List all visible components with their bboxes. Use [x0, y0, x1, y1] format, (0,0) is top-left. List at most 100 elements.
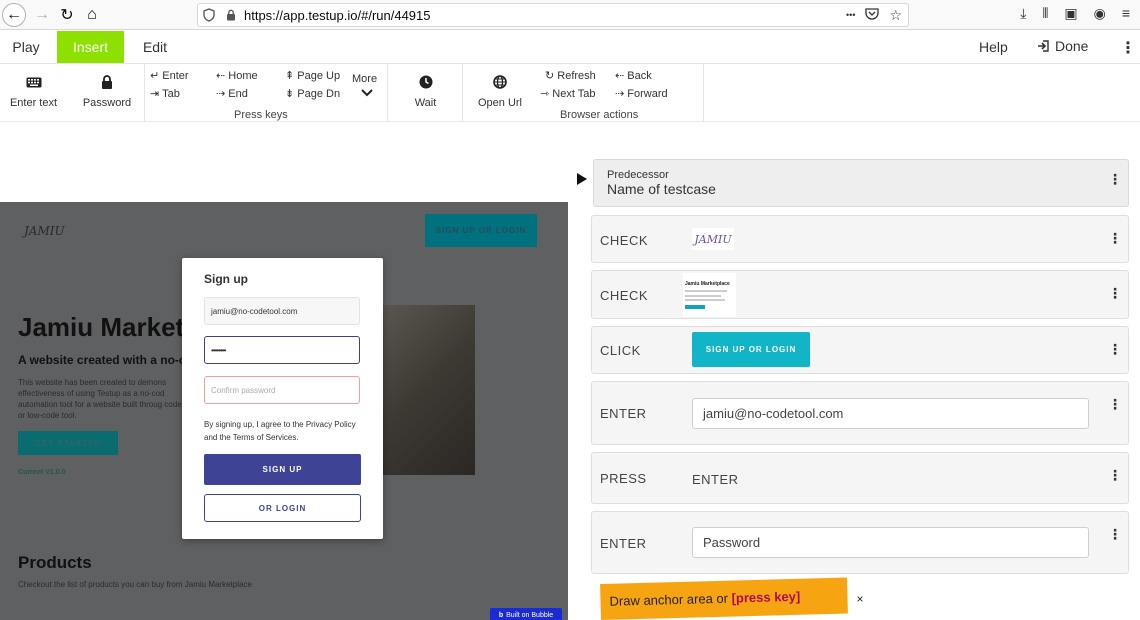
key-home[interactable]: ⇠ Home	[216, 69, 258, 82]
close-icon[interactable]: ×	[848, 584, 872, 614]
password-field[interactable]: ••••••••	[204, 336, 360, 364]
site-hero-photo	[383, 305, 475, 475]
insert-toolbar: Enter text Password ↵ Enter ⇥ Tab ⇠ Home…	[0, 64, 1140, 122]
page-actions-icon[interactable]: •••	[846, 7, 855, 24]
help-link[interactable]: Help	[979, 39, 1008, 55]
thumb-button	[685, 305, 705, 309]
step-action: PRESS	[600, 471, 647, 486]
hamburger-menu-icon[interactable]: ≡	[1122, 5, 1130, 22]
forward-arrow-icon[interactable]: →	[30, 3, 54, 27]
built-on-bubble-badge[interactable]: b Built on Bubble	[490, 608, 562, 620]
step-value-field[interactable]: Password	[692, 527, 1089, 558]
kebab-icon[interactable]: ⋮	[1108, 286, 1122, 300]
site-version: Current V1.0.0	[18, 469, 66, 476]
kebab-icon[interactable]: ⋮	[1108, 172, 1122, 186]
site-get-started-button[interactable]: GET STARTED	[18, 431, 118, 455]
key-page-up[interactable]: ⇞ Page Up	[285, 69, 340, 82]
url-text[interactable]: https://app.testup.io/#/run/44915	[244, 8, 431, 23]
wait-group: Wait	[388, 64, 463, 122]
modal-title: Sign up	[204, 272, 248, 286]
step-row[interactable]: CHECK Jamiu Marketplace ⋮	[591, 270, 1129, 319]
email-field[interactable]: jamiu@no-codetool.com	[204, 297, 360, 325]
step-row[interactable]: ENTER Password ⋮	[591, 511, 1129, 574]
address-bar[interactable]: https://app.testup.io/#/run/44915 ••• ☆	[197, 3, 909, 27]
step-value-field[interactable]: jamiu@no-codetool.com	[692, 398, 1089, 429]
clock-icon	[419, 73, 433, 91]
key-end[interactable]: ⇢ End	[216, 87, 248, 100]
tracking-shield-icon[interactable]	[203, 8, 215, 22]
home-icon[interactable]: ⌂	[80, 3, 104, 27]
step-row[interactable]: CHECK JAMIU ⋮	[591, 215, 1129, 263]
thumb-line	[685, 290, 727, 292]
kebab-icon[interactable]: ⋮	[1108, 342, 1122, 356]
site-products-title: Products	[18, 553, 92, 572]
library-icon[interactable]: ⫴	[1042, 5, 1048, 22]
step-click-target: SIGN UP OR LOGIN	[692, 332, 810, 367]
predecessor-name: Name of testcase	[607, 181, 716, 197]
enter-text-tool[interactable]: Enter text	[6, 64, 61, 109]
step-action: CHECK	[600, 288, 649, 303]
kebab-icon[interactable]: ⋮	[1108, 231, 1122, 245]
menu-kebab-icon[interactable]: ⋮	[1120, 38, 1136, 58]
key-tab[interactable]: ⇥ Tab	[150, 87, 180, 100]
site-logo: JAMIU	[24, 224, 65, 238]
back-arrow-icon[interactable]: ←	[2, 3, 26, 27]
lock-icon[interactable]	[226, 9, 236, 21]
confirm-password-field[interactable]: Confirm password	[204, 376, 360, 404]
signup-button[interactable]: SIGN UP	[204, 454, 361, 485]
step-action: CLICK	[600, 343, 641, 358]
done-button[interactable]: Done	[1037, 38, 1088, 54]
kebab-icon[interactable]: ⋮	[1108, 397, 1122, 411]
step-key-value: ENTER	[692, 472, 739, 487]
step-row[interactable]: CLICK SIGN UP OR LOGIN ⋮	[591, 326, 1129, 374]
sidebar-icon[interactable]: ▣	[1064, 5, 1077, 22]
forward-action[interactable]: ⇢ Forward	[615, 87, 668, 100]
input-group: Enter text Password	[0, 64, 145, 122]
refresh-action[interactable]: ↻ Refresh	[545, 69, 596, 82]
terms-text: By signing up, I agree to the Privacy Po…	[204, 420, 356, 442]
tab-edit[interactable]: Edit	[130, 31, 180, 63]
chevron-down-icon[interactable]	[361, 89, 373, 97]
login-button[interactable]: OR LOGIN	[204, 494, 361, 522]
bookmark-star-icon[interactable]: ☆	[889, 7, 902, 24]
browser-actions-label: Browser actions	[560, 109, 639, 121]
open-url-tool[interactable]: Open Url	[471, 64, 529, 109]
predecessor-label: Predecessor	[607, 169, 669, 181]
more-keys[interactable]: More	[352, 73, 377, 85]
download-icon[interactable]: ⤓	[1020, 5, 1026, 22]
thumb-line	[685, 295, 721, 297]
step-action: CHECK	[600, 233, 649, 248]
back-action[interactable]: ⇠ Back	[615, 69, 652, 82]
tab-play[interactable]: Play	[0, 31, 52, 63]
tab-insert[interactable]: Insert	[57, 31, 124, 63]
key-enter[interactable]: ↵ Enter	[150, 69, 189, 82]
toast-text: Draw anchor area or	[609, 590, 732, 609]
predecessor-card[interactable]: Predecessor Name of testcase ⋮	[593, 159, 1129, 207]
site-signup-login-button[interactable]: SIGN UP OR LOGIN	[425, 214, 537, 247]
site-hero-paragraph: This website has been created to demons …	[18, 378, 182, 420]
current-step-play-icon	[577, 173, 587, 185]
reload-icon[interactable]: ↻	[55, 3, 79, 27]
bubble-logo-icon: b	[498, 611, 504, 619]
site-hero-title: Jamiu Market	[18, 312, 185, 342]
step-action: ENTER	[600, 536, 647, 551]
next-tab-action[interactable]: ⇾ Next Tab	[540, 87, 595, 100]
toast-key: [press key]	[731, 588, 801, 606]
pocket-icon[interactable]	[865, 7, 880, 21]
account-icon[interactable]: ◉	[1094, 5, 1106, 22]
password-tool[interactable]: Password	[78, 64, 136, 109]
thumb-title: Jamiu Marketplace	[685, 281, 730, 287]
globe-icon	[493, 73, 507, 91]
password-label: Password	[82, 97, 132, 109]
kebab-icon[interactable]: ⋮	[1108, 527, 1122, 541]
browser-toolbar: ← → ↻ ⌂ https://app.testup.io/#/run/4491…	[0, 0, 1140, 30]
key-page-down[interactable]: ⇟ Page Dn	[285, 87, 340, 100]
site-products-subtitle: Checkout the list of products you can bu…	[18, 580, 252, 589]
step-row[interactable]: ENTER jamiu@no-codetool.com ⋮	[591, 381, 1129, 445]
step-row[interactable]: PRESS ENTER ⋮	[591, 452, 1129, 504]
lock-icon	[101, 73, 113, 91]
site-hero-subtitle: A website created with a no-co	[18, 353, 193, 367]
wait-tool[interactable]: Wait	[398, 64, 453, 109]
website-preview[interactable]: JAMIU SIGN UP OR LOGIN Jamiu Market A we…	[0, 202, 568, 620]
kebab-icon[interactable]: ⋮	[1108, 468, 1122, 482]
